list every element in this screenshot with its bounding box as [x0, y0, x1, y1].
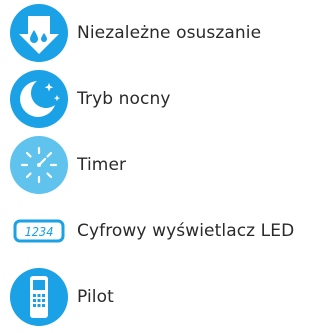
feature-label: Timer — [77, 155, 127, 175]
moon-stars-icon — [10, 70, 68, 128]
led-display-text: 1234 — [25, 225, 54, 239]
led-display-icon: 1234 — [10, 202, 68, 260]
feature-label: Tryb nocny — [77, 89, 171, 109]
feature-label: Pilot — [77, 287, 114, 307]
feature-label: Cyfrowy wyświetlacz LED — [77, 221, 295, 241]
water-drop-arrow-icon — [10, 4, 68, 62]
timer-icon — [10, 136, 68, 194]
feature-label: Niezależne osuszanie — [77, 23, 262, 43]
feature-item-timer: Timer — [0, 132, 318, 198]
feature-item-night-mode: Tryb nocny — [0, 66, 318, 132]
feature-item-dehumidify: Niezależne osuszanie — [0, 0, 318, 66]
feature-item-led-display: 1234 Cyfrowy wyświetlacz LED — [0, 198, 318, 264]
remote-control-icon — [10, 268, 68, 326]
feature-item-remote: Pilot — [0, 264, 318, 330]
